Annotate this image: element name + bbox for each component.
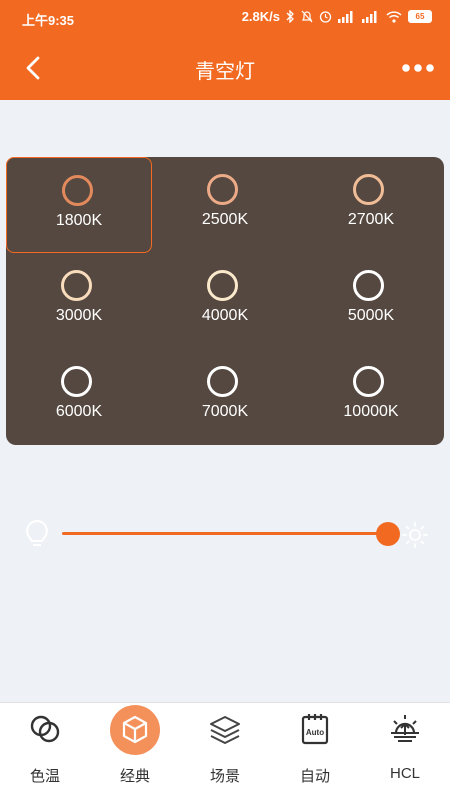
temperature-preset-6000k[interactable]: 6000K — [6, 349, 152, 445]
tab-auto[interactable]: Auto 自动 — [270, 703, 360, 801]
svg-text:Auto: Auto — [306, 728, 324, 737]
battery-level: 65 — [415, 12, 425, 21]
tab-classic[interactable]: 经典 — [90, 703, 180, 801]
tab-label: 色温 — [29, 768, 60, 785]
temperature-ring-icon — [353, 270, 384, 301]
wifi-icon — [386, 10, 402, 23]
bright-sun-icon — [402, 522, 428, 548]
temperature-preset-5000k[interactable]: 5000K — [298, 253, 444, 349]
status-time: 上午9:35 — [22, 13, 75, 28]
status-bar: 上午9:35 2.8K/s 65 — [0, 0, 450, 34]
status-icons: 2.8K/s 65 — [242, 9, 432, 24]
temperature-preset-4000k[interactable]: 4000K — [152, 253, 298, 349]
temperature-label: 7000K — [201, 403, 249, 420]
signal-hd-2-icon — [362, 10, 377, 23]
slider-track[interactable] — [62, 532, 386, 535]
tab-label: 场景 — [209, 768, 240, 785]
temperature-ring-icon — [61, 270, 92, 301]
bluetooth-icon — [286, 10, 294, 23]
dim-bulb-icon — [26, 519, 48, 546]
tab-label: 自动 — [299, 768, 330, 785]
temperature-preset-2500k[interactable]: 2500K — [152, 157, 298, 253]
temperature-label: 2700K — [347, 211, 395, 228]
page-title: 青空灯 — [195, 61, 255, 83]
tab-scene[interactable]: 场景 — [180, 703, 270, 801]
more-options-button[interactable] — [400, 54, 436, 82]
slider-thumb[interactable] — [376, 522, 400, 546]
temperature-preset-2700k[interactable]: 2700K — [298, 157, 444, 253]
navigation-bar: 青空灯 — [0, 40, 450, 96]
sunrise-icon — [391, 715, 419, 742]
alarm-icon — [319, 11, 332, 23]
brightness-slider[interactable] — [0, 512, 450, 556]
layers-icon — [210, 716, 240, 744]
tab-label: HCL — [389, 765, 420, 782]
temperature-ring-icon — [207, 366, 238, 397]
network-speed: 2.8K/s — [241, 9, 280, 24]
temperature-ring-icon — [353, 174, 384, 205]
temperature-ring-icon — [207, 270, 238, 301]
temperature-preset-10000k[interactable]: 10000K — [298, 349, 444, 445]
temperature-label: 5000K — [347, 307, 395, 324]
color-temperature-icon — [30, 715, 60, 743]
temperature-label: 1800K — [55, 212, 103, 229]
temperature-preset-1800k[interactable]: 1800K — [6, 157, 152, 253]
temperature-preset-3000k[interactable]: 3000K — [6, 253, 152, 349]
signal-hd-icon — [338, 10, 353, 23]
temperature-ring-icon — [207, 174, 238, 205]
temperature-preset-panel: 1800K 2500K 2700K 3000K 4000K 5000K 6000K 7000K… — [6, 157, 444, 445]
tab-color-temperature[interactable]: 色温 — [0, 703, 90, 801]
temperature-label: 3000K — [55, 307, 103, 324]
temperature-label: 10000K — [343, 403, 399, 420]
temperature-ring-icon — [353, 366, 384, 397]
temperature-label: 2500K — [201, 211, 249, 228]
app-header: 上午9:35 2.8K/s 65 青空灯 — [0, 0, 450, 100]
auto-calendar-icon: Auto — [301, 714, 329, 745]
tab-hcl[interactable]: HCL — [360, 703, 450, 801]
temperature-ring-icon — [61, 366, 92, 397]
cube-icon — [122, 715, 148, 744]
temperature-label: 6000K — [55, 403, 103, 420]
temperature-label: 4000K — [201, 307, 249, 324]
temperature-ring-icon — [62, 175, 93, 206]
temperature-preset-7000k[interactable]: 7000K — [152, 349, 298, 445]
mute-bell-icon — [301, 10, 313, 23]
battery-icon: 65 — [408, 10, 432, 23]
bottom-tab-bar: 色温 经典 场景 Auto 自动 HCL — [0, 702, 450, 801]
tab-label: 经典 — [119, 768, 150, 785]
